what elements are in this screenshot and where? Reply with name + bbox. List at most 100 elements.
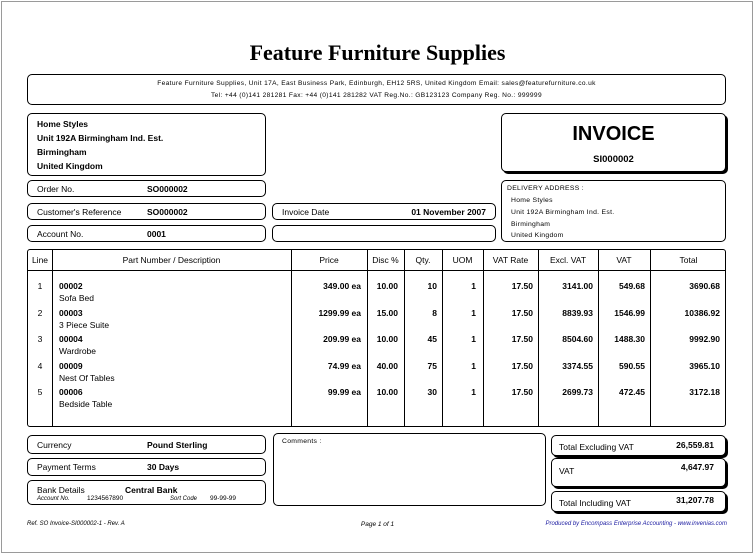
- invoice-date-label: Invoice Date: [282, 207, 330, 217]
- order-number-label: Order No.: [37, 184, 75, 194]
- total-excl-vat-box: Total Excluding VAT 26,559.81: [551, 435, 726, 456]
- cell-excl: 3141.00: [562, 281, 593, 291]
- cell-description: Nest Of Tables: [59, 372, 115, 383]
- cell-total: 3172.18: [689, 387, 720, 397]
- cell-vat-rate: 17.50: [511, 281, 533, 291]
- cell-disc: 10.00: [376, 281, 398, 291]
- comments-box: Comments :: [273, 433, 546, 506]
- cell-qty: 45: [427, 334, 437, 344]
- cell-vat: 1488.30: [614, 334, 645, 344]
- footer-ref: Ref. SO Invoice-SI000002-1 - Rev. A: [27, 521, 125, 527]
- delivery-name: Home Styles: [511, 197, 553, 204]
- total-incl-vat-value: 31,207.78: [676, 495, 714, 505]
- cell-total: 9992.90: [689, 334, 720, 344]
- cell-part-number: 00004: [59, 334, 83, 344]
- cell-price: 209.99 ea: [323, 334, 361, 344]
- total-incl-vat-box: Total Including VAT 31,207.78: [551, 491, 726, 512]
- cell-excl: 8504.60: [562, 334, 593, 344]
- cell-uom: 1: [471, 281, 476, 291]
- customer-reference-label: Customer's Reference: [37, 207, 122, 217]
- bank-account-value: 1234567890: [87, 495, 124, 502]
- cell-total: 3965.10: [689, 360, 720, 371]
- footer-produced-by[interactable]: Produced by Encompass Enterprise Account…: [545, 521, 727, 527]
- total-vat-label: VAT: [559, 466, 575, 476]
- cell-disc: 40.00: [376, 360, 398, 371]
- invoice-date-box: Invoice Date 01 November 2007: [272, 203, 496, 220]
- total-incl-vat-label: Total Including VAT: [559, 498, 631, 508]
- cell-price: 349.00 ea: [323, 281, 361, 291]
- cell-vat-rate: 17.50: [511, 334, 533, 344]
- footer-page: Page 1 of 1: [360, 521, 395, 528]
- cell-price: 1299.99 ea: [318, 307, 361, 318]
- company-address-box: Feature Furniture Supplies, Unit 17A, Ea…: [27, 74, 726, 105]
- customer-address-box: Home Styles Unit 192A Birmingham Ind. Es…: [27, 113, 266, 176]
- cell-description: Sofa Bed: [59, 293, 94, 303]
- delivery-address-label: DELIVERY ADDRESS :: [507, 185, 584, 192]
- cell-disc: 10.00: [376, 387, 398, 397]
- order-number-value: SO000002: [147, 184, 188, 194]
- cell-disc: 15.00: [376, 307, 398, 318]
- delivery-address-1: Unit 192A Birmingham Ind. Est.: [511, 209, 615, 216]
- comments-label: Comments :: [282, 438, 322, 445]
- invoice-title-box: INVOICE SI000002: [501, 113, 726, 172]
- cell-uom: 1: [471, 334, 476, 344]
- document-number: SI000002: [593, 154, 634, 165]
- account-number-label: Account No.: [37, 229, 84, 239]
- bank-name-value: Central Bank: [125, 485, 178, 495]
- order-number-box: Order No. SO000002: [27, 180, 266, 197]
- cell-price: 99.99 ea: [327, 387, 361, 397]
- cell-price: 74.99 ea: [327, 360, 361, 371]
- sort-code-value: 99-99-99: [210, 495, 237, 502]
- cell-vat-rate: 17.50: [511, 307, 533, 318]
- delivery-city: Birmingham: [511, 221, 551, 228]
- payment-terms-value: 30 Days: [147, 462, 180, 472]
- cell-qty: 8: [432, 307, 437, 318]
- customer-name: Home Styles: [37, 119, 89, 129]
- customer-city: Birmingham: [37, 147, 87, 157]
- currency-label: Currency: [37, 440, 72, 450]
- cell-uom: 1: [471, 387, 476, 397]
- cell-line: 4: [37, 360, 43, 371]
- customer-reference-box: Customer's Reference SO000002: [27, 203, 266, 220]
- cell-total: 3690.68: [689, 281, 720, 291]
- invoice-date-value: 01 November 2007: [411, 207, 486, 217]
- payment-terms-box: Payment Terms 30 Days: [27, 458, 266, 476]
- cell-part-number: 00006: [59, 387, 83, 397]
- cell-part-number: 00003: [59, 307, 83, 318]
- cell-uom: 1: [471, 307, 476, 318]
- cell-qty: 10: [427, 281, 437, 291]
- total-vat-box: VAT 4,647.97: [551, 458, 726, 487]
- delivery-country: United Kingdom: [511, 232, 564, 239]
- account-number-box: Account No. 0001: [27, 225, 266, 242]
- account-number-value: 0001: [147, 229, 166, 239]
- cell-part-number: 00009: [59, 360, 83, 371]
- total-excl-vat-label: Total Excluding VAT: [559, 442, 634, 452]
- customer-reference-value: SO000002: [147, 207, 188, 217]
- total-vat-value: 4,647.97: [680, 462, 714, 472]
- cell-total: 10386.92: [684, 307, 720, 318]
- currency-box: Currency Pound Sterling: [27, 435, 266, 454]
- cell-line: 2: [37, 307, 43, 318]
- cell-excl: 3374.55: [562, 360, 593, 371]
- cell-vat: 472.45: [619, 387, 645, 397]
- cell-description: Bedside Table: [59, 399, 113, 409]
- cell-part-number: 00002: [59, 281, 83, 291]
- cell-vat: 590.55: [619, 360, 645, 371]
- cell-excl: 8839.93: [562, 307, 593, 318]
- bank-details-label: Bank Details: [37, 485, 85, 495]
- cell-qty: 75: [427, 360, 437, 371]
- blank-box: [272, 225, 496, 242]
- document-type: INVOICE: [572, 123, 655, 145]
- cell-line: 5: [37, 387, 43, 397]
- cell-vat-rate: 17.50: [511, 360, 533, 371]
- bank-details-box: Bank Details Central Bank Account No. 12…: [27, 480, 266, 505]
- cell-line: 3: [37, 334, 43, 344]
- cell-disc: 10.00: [376, 334, 398, 344]
- payment-terms-label: Payment Terms: [37, 462, 96, 472]
- bank-account-label: Account No.: [37, 496, 70, 502]
- company-title: Feature Furniture Supplies: [249, 40, 506, 65]
- sort-code-label: Sort Code: [170, 496, 198, 502]
- table-body: 1 349.00 ea 10.00 10 1 17.50 3141.00 549.68 3690…: [28, 250, 725, 426]
- customer-country: United Kingdom: [37, 161, 103, 171]
- delivery-address-box: DELIVERY ADDRESS : Home Styles Unit 192A…: [501, 180, 726, 242]
